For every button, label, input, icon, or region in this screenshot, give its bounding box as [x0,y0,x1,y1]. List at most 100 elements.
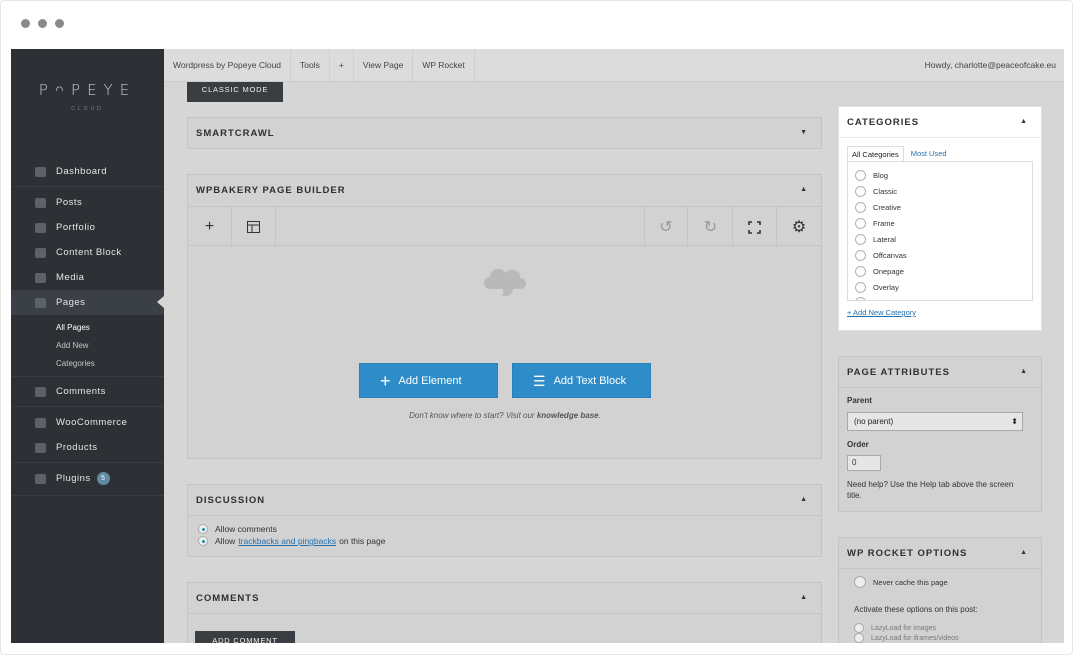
sidebar-item-portfolio[interactable]: Portfolio [11,215,164,240]
add-element-button[interactable]: + Add Element [359,363,498,398]
chevron-up-icon[interactable]: ▲ [800,594,807,601]
sidebar-divider [11,406,164,407]
panel-title[interactable]: COMMENTS [188,583,821,614]
checkbox[interactable] [198,536,208,546]
topbar-new-plus[interactable]: + [330,49,354,82]
classic-mode-button[interactable]: CLASSIC MODE [187,82,283,102]
category-item[interactable]: Blog [855,170,888,181]
option-label: LazyLoad for images [871,624,936,632]
topbar-site-link[interactable]: Wordpress by Popeye Cloud [164,49,292,82]
submenu-categories[interactable]: Categories [56,359,95,368]
topbar-view-page[interactable]: View Page [354,49,414,82]
trackbacks-link[interactable]: trackbacks and pingbacks [238,536,336,546]
category-checklist[interactable]: Blog Classic Creative Frame Lateral Offc… [847,161,1033,301]
sidebar-item-posts[interactable]: Posts [11,190,164,215]
checkbox[interactable] [855,218,866,229]
sidebar-item-comments[interactable]: Comments [11,379,164,404]
sidebar-item-content-block[interactable]: Content Block [11,240,164,265]
tab-most-used[interactable]: Most Used [906,146,951,162]
hint-period: . [598,411,601,420]
chevron-up-icon[interactable]: ▲ [1020,118,1027,125]
brand-logo[interactable]: PᴖPEYE [11,81,164,99]
checkbox[interactable] [855,250,866,261]
never-cache-option[interactable]: Never cache this page [854,576,948,588]
topbar-tools[interactable]: Tools [291,49,330,82]
grid-icon [35,222,46,233]
sidebar-item-label: Dashboard [56,166,107,177]
option-label: Allow [215,536,236,546]
category-item[interactable]: Lateral [855,234,896,245]
option-label: on this page [339,536,386,546]
redo-icon[interactable]: ↻ [689,207,733,247]
category-label: Offcanvas [873,251,907,260]
category-item[interactable]: Creative [855,202,901,213]
add-comment-button[interactable]: ADD COMMENT [195,631,295,643]
sidebar-item-dashboard[interactable]: Dashboard [11,159,164,184]
woocommerce-icon [35,417,46,428]
parent-label: Parent [847,396,872,405]
browser-frame: PᴖPEYE CLOUD Dashboard Posts Portfolio C… [0,0,1073,655]
category-label: Classic [873,187,898,196]
window-dot-icon [21,19,30,28]
panel-title[interactable]: WPBAKERY PAGE BUILDER [188,175,821,206]
category-item[interactable]: Onepage [855,266,904,277]
checkbox[interactable] [855,266,866,277]
allow-trackbacks-option[interactable]: Allow trackbacks and pingbacks on this p… [198,536,385,546]
panel-title[interactable]: CATEGORIES [839,107,1041,138]
lazyload-iframes-option[interactable]: LazyLoad for iframes/videos [854,633,959,643]
parent-select[interactable]: (no parent) [847,412,1023,431]
checkbox[interactable] [855,297,866,300]
layout-icon[interactable] [232,207,276,247]
sidebar-item-pages[interactable]: Pages [11,290,164,315]
wpbakery-panel: WPBAKERY PAGE BUILDER ▲ + ↺ ↻ ⚙ + Add Ele… [187,174,822,459]
knowledge-base-link[interactable]: knowledge base [537,411,599,420]
panel-title[interactable]: DISCUSSION [188,485,821,516]
topbar-user-greeting[interactable]: Howdy, charlotte@peaceofcake.eu [925,60,1064,70]
add-text-block-button[interactable]: ☰ Add Text Block [512,363,651,398]
sidebar-item-label: Portfolio [56,222,96,233]
sidebar-item-products[interactable]: Products [11,435,164,460]
category-item[interactable]: Classic [855,186,897,197]
checkbox[interactable] [854,576,866,588]
checkbox[interactable] [198,524,208,534]
chevron-up-icon[interactable]: ▲ [800,186,807,193]
undo-icon[interactable]: ↺ [644,207,688,247]
topbar-wp-rocket[interactable]: WP Rocket [413,49,475,82]
category-item[interactable] [855,297,873,300]
category-item[interactable]: Offcanvas [855,250,907,261]
panel-title[interactable]: WP ROCKET OPTIONS [839,538,1041,569]
checkbox[interactable] [855,202,866,213]
option-label: LazyLoad for iframes/videos [871,634,959,642]
category-item[interactable]: Overlay [855,282,899,293]
plugins-update-badge: 5 [96,472,110,485]
checkbox[interactable] [854,633,864,643]
chevron-up-icon[interactable]: ▲ [1020,549,1027,556]
panel-title[interactable]: SMARTCRAWL [188,118,821,149]
checkbox[interactable] [855,170,866,181]
checkbox[interactable] [855,234,866,245]
checkbox[interactable] [854,623,864,633]
chevron-down-icon[interactable]: ▼ [800,129,807,136]
submenu-all-pages[interactable]: All Pages [56,323,90,332]
checkbox[interactable] [855,282,866,293]
chevron-up-icon[interactable]: ▲ [1020,368,1027,375]
add-new-category-link[interactable]: + Add New Category [847,308,916,317]
category-tabs: All Categories Most Used [847,146,951,162]
sidebar-item-woocommerce[interactable]: WooCommerce [11,410,164,435]
sidebar-item-media[interactable]: Media [11,265,164,290]
settings-gear-icon[interactable]: ⚙ [777,207,821,247]
text-lines-icon: ☰ [533,372,546,389]
fullscreen-icon[interactable] [733,207,777,247]
allow-comments-option[interactable]: Allow comments [198,524,277,534]
lazyload-images-option[interactable]: LazyLoad for images [854,623,936,633]
box-icon [35,442,46,453]
chevron-up-icon[interactable]: ▲ [800,496,807,503]
add-element-icon[interactable]: + [188,207,232,247]
order-input[interactable]: 0 [847,455,881,471]
tab-all-categories[interactable]: All Categories [847,146,904,162]
checkbox[interactable] [855,186,866,197]
submenu-add-new[interactable]: Add New [56,341,88,350]
category-item[interactable]: Frame [855,218,895,229]
sidebar-item-plugins[interactable]: Plugins 5 [11,466,164,491]
panel-title[interactable]: PAGE ATTRIBUTES [839,357,1041,388]
